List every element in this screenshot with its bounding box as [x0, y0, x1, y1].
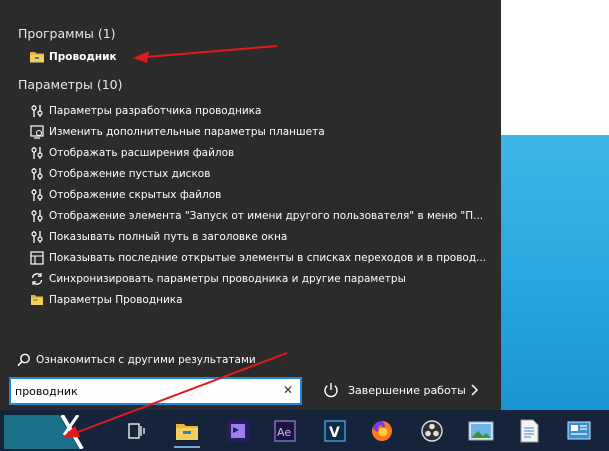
settings-result-label: Отображение элемента "Запуск от имени др…: [49, 210, 484, 222]
settings-slider-icon: [29, 187, 45, 203]
settings-result-label: Показывать последние открытые элементы в…: [49, 252, 487, 264]
more-results-link[interactable]: Ознакомиться с другими результатами: [16, 351, 256, 369]
settings-result-label: Параметры Проводника: [49, 294, 183, 306]
settings-result-label: Показывать полный путь в заголовке окна: [49, 231, 288, 243]
settings-result[interactable]: Изменить дополнительные параметры планше…: [29, 122, 325, 142]
folder-icon: [29, 49, 45, 65]
settings-result-label: Отображение скрытых файлов: [49, 189, 222, 201]
settings-result[interactable]: Отображение элемента "Запуск от имени др…: [29, 206, 483, 226]
settings-result[interactable]: Синхронизировать параметры проводника и …: [29, 269, 406, 289]
settings-result-label: Отображение пустых дисков: [49, 168, 211, 180]
settings-result[interactable]: Отображение пустых дисков: [29, 164, 210, 184]
settings-result-label: Синхронизировать параметры проводника и …: [49, 273, 406, 285]
svg-text:Ae: Ae: [277, 426, 291, 439]
settings-slider-icon: [29, 208, 45, 224]
after-effects-icon[interactable]: Ae: [268, 414, 302, 448]
desktop-background: [501, 0, 609, 135]
firefox-icon[interactable]: [365, 414, 399, 448]
settings-result[interactable]: Показывать последние открытые элементы в…: [29, 248, 486, 268]
settings-result-label: Параметры разработчика проводника: [49, 105, 262, 117]
document-icon[interactable]: [512, 414, 546, 448]
tablet-mode-icon: [29, 124, 45, 140]
settings-result[interactable]: Отображение скрытых файлов: [29, 185, 221, 205]
settings-result[interactable]: Параметры Проводника: [29, 290, 183, 310]
shutdown-button[interactable]: Завершение работы: [322, 379, 466, 401]
obs-icon[interactable]: [415, 414, 449, 448]
control-panel-icon[interactable]: [562, 414, 596, 448]
power-icon: [322, 381, 340, 399]
sync-icon: [29, 271, 45, 287]
settings-result[interactable]: Отображать расширения файлов: [29, 143, 234, 163]
settings-section-header: Параметры (10): [18, 77, 123, 92]
settings-slider-icon: [29, 103, 45, 119]
settings-slider-icon: [29, 166, 45, 182]
search-box[interactable]: ✕: [9, 377, 302, 405]
shutdown-label: Завершение работы: [348, 383, 466, 397]
search-input[interactable]: [15, 382, 275, 400]
settings-result-label: Изменить дополнительные параметры планше…: [49, 126, 325, 138]
file-explorer-icon[interactable]: [170, 414, 204, 448]
more-results-label: Ознакомиться с другими результатами: [36, 354, 256, 366]
folder-options-icon: [29, 292, 45, 308]
desktop-wallpaper: [501, 135, 609, 410]
search-icon: [16, 352, 32, 368]
photo-viewer-icon[interactable]: [464, 414, 498, 448]
settings-result-label: Отображать расширения файлов: [49, 147, 235, 159]
clear-search-icon[interactable]: ✕: [282, 384, 294, 396]
chevron-right-icon[interactable]: [468, 381, 482, 399]
vegas-icon[interactable]: V: [318, 414, 352, 448]
settings-slider-icon: [29, 229, 45, 245]
start-search-panel: Программы (1) Проводник Параметры (10) П…: [0, 0, 501, 410]
app-result-explorer[interactable]: Проводник: [29, 47, 117, 67]
task-view-icon[interactable]: [119, 414, 153, 448]
app-result-label: Проводник: [49, 51, 117, 63]
svg-text:V: V: [329, 425, 340, 441]
recent-items-icon: [29, 250, 45, 266]
settings-slider-icon: [29, 145, 45, 161]
premiere-icon[interactable]: [221, 414, 255, 448]
apps-section-header: Программы (1): [18, 26, 116, 41]
settings-result[interactable]: Показывать полный путь в заголовке окна: [29, 227, 287, 247]
settings-result[interactable]: Параметры разработчика проводника: [29, 101, 261, 121]
start-button[interactable]: [4, 415, 90, 449]
